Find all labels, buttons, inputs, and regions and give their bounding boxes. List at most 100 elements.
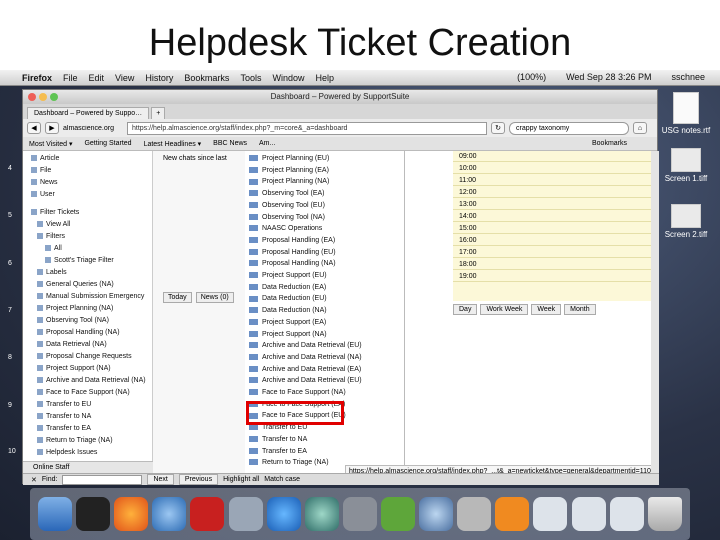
trash-icon[interactable] [647, 497, 682, 531]
department-option[interactable]: Face to Face Support (NA) [249, 387, 346, 399]
calendar-time-slot[interactable]: 13:00 [453, 199, 653, 210]
view-week[interactable]: Week [531, 304, 562, 315]
acrobat-icon[interactable] [190, 497, 225, 531]
window-thumbnail-icon[interactable] [609, 497, 644, 531]
menu-file[interactable]: File [63, 73, 78, 83]
department-option[interactable]: Observing Tool (EA) [249, 188, 325, 200]
department-option[interactable]: Project Support (NA) [249, 329, 327, 341]
highlight-all-button[interactable]: Highlight all [223, 476, 259, 483]
menu-view[interactable]: View [115, 73, 134, 83]
calendar-time-slot[interactable]: 17:00 [453, 247, 653, 258]
calendar-time-slot[interactable]: 19:00 [453, 271, 653, 282]
home-icon[interactable]: ⌂ [633, 122, 647, 134]
sidebar-queue-item[interactable]: Return to Triage (NA) [37, 437, 113, 444]
close-find-icon[interactable]: ✕ [31, 476, 37, 484]
page-scrollbar[interactable] [651, 151, 659, 473]
tab-today[interactable]: Today [163, 292, 192, 303]
clock[interactable]: Wed Sep 28 3:26 PM [566, 72, 651, 82]
sidebar-queue-item[interactable]: Project Planning (NA) [37, 305, 113, 312]
sidebar-queue-item[interactable]: Face to Face Support (NA) [37, 389, 130, 396]
find-input[interactable] [62, 474, 143, 485]
department-option[interactable]: Project Planning (EA) [249, 165, 329, 177]
sidebar-queue-item[interactable]: Proposal Handling (NA) [37, 329, 120, 336]
desktop-file[interactable]: Screen 1.tiff [656, 148, 716, 183]
app-icon[interactable] [495, 497, 530, 531]
department-option[interactable]: Data Reduction (EU) [249, 293, 327, 305]
view-month[interactable]: Month [564, 304, 596, 315]
sidebar-queue-item[interactable]: Transfer to EU [37, 401, 91, 408]
sidebar-queue-item[interactable]: Archive and Data Retrieval (NA) [37, 377, 146, 384]
preview-icon[interactable] [228, 497, 263, 531]
department-option[interactable]: Archive and Data Retrieval (EU) [249, 340, 362, 352]
bookmark-more[interactable]: Am... [259, 140, 275, 147]
sidebar-section-filter-tickets[interactable]: Filter Tickets [31, 209, 79, 216]
scissors-icon[interactable] [457, 497, 492, 531]
department-option[interactable]: Project Planning (EU) [249, 153, 329, 165]
department-option[interactable]: Transfer to EA [249, 446, 307, 458]
sidebar-queue-item[interactable]: Transfer to NA [37, 413, 91, 420]
site-identity[interactable]: almascience.org [63, 125, 123, 132]
department-option[interactable]: Archive and Data Retrieval (EA) [249, 364, 361, 376]
search-input[interactable]: crappy taxonomy [509, 121, 629, 135]
calendar-time-slot[interactable]: 12:00 [453, 187, 653, 198]
zoom-window-button[interactable] [50, 93, 58, 101]
utility-icon[interactable] [419, 497, 454, 531]
sidebar-queue-item[interactable]: General Queries (NA) [37, 281, 114, 288]
forward-button[interactable]: ▶ [45, 122, 59, 134]
close-window-button[interactable] [28, 93, 36, 101]
back-button[interactable]: ◀ [27, 122, 41, 134]
time-machine-icon[interactable] [304, 497, 339, 531]
calendar-time-slot[interactable]: 16:00 [453, 235, 653, 246]
bookmark-bbc-news[interactable]: BBC News [213, 140, 247, 147]
match-case-checkbox[interactable]: Match case [264, 476, 300, 483]
department-option[interactable]: Archive and Data Retrieval (NA) [249, 352, 362, 364]
menu-bookmarks[interactable]: Bookmarks [184, 73, 229, 83]
sidebar-item-article[interactable]: Article [31, 155, 59, 162]
online-staff-bar[interactable]: Online Staff [23, 461, 153, 473]
department-option[interactable]: Observing Tool (EU) [249, 200, 325, 212]
thunderbird-icon[interactable] [152, 497, 187, 531]
network-icon[interactable] [381, 497, 416, 531]
sidebar-item-filters[interactable]: Filters [37, 233, 65, 240]
sidebar-queue-item[interactable]: Data Retrieval (NA) [37, 341, 107, 348]
department-option[interactable]: Data Reduction (EA) [249, 282, 326, 294]
department-option[interactable]: Return to Triage (NA) [249, 457, 329, 469]
firefox-icon[interactable] [114, 497, 149, 531]
department-option[interactable]: Data Reduction (NA) [249, 305, 327, 317]
calendar-time-slot[interactable]: 15:00 [453, 223, 653, 234]
desktop-file[interactable]: Screen 2.tiff [656, 204, 716, 239]
sidebar-item-labels[interactable]: Labels [37, 269, 67, 276]
menu-history[interactable]: History [145, 73, 173, 83]
battery-status[interactable]: (100%) [517, 72, 546, 82]
bookmark-getting-started[interactable]: Getting Started [84, 140, 131, 147]
menu-firefox[interactable]: Firefox [22, 73, 52, 83]
sidebar-item-file[interactable]: File [31, 167, 51, 174]
sidebar-queue-item[interactable]: Proposal Change Requests [37, 353, 132, 360]
itunes-icon[interactable] [266, 497, 301, 531]
window-thumbnail-icon[interactable] [533, 497, 568, 531]
sidebar-queue-item[interactable]: Manual Submission Emergency [37, 293, 144, 300]
calendar-time-slot[interactable]: 11:00 [453, 175, 653, 186]
calendar-time-slot[interactable]: 14:00 [453, 211, 653, 222]
find-next-button[interactable]: Next [147, 474, 174, 485]
view-work-week[interactable]: Work Week [480, 304, 529, 315]
bookmarks-menu[interactable]: Bookmarks [592, 140, 627, 147]
sidebar-queue-item[interactable]: Observing Tool (NA) [37, 317, 109, 324]
new-tab-button[interactable]: + [151, 107, 166, 119]
bookmark-latest-headlines[interactable]: Latest Headlines ▾ [144, 140, 202, 148]
system-preferences-icon[interactable] [342, 497, 377, 531]
department-option[interactable]: Transfer to NA [249, 434, 307, 446]
tab-dashboard[interactable]: Dashboard – Powered by Suppo… [27, 107, 150, 119]
reload-button[interactable]: ↻ [491, 122, 505, 134]
calendar-time-slot[interactable]: 09:00 [453, 151, 653, 162]
department-option[interactable]: NAASC Operations [249, 223, 322, 235]
terminal-icon[interactable] [76, 497, 111, 531]
tab-news[interactable]: News (0) [195, 292, 234, 303]
desktop-file[interactable]: USG notes.rtf [656, 92, 716, 135]
window-thumbnail-icon[interactable] [571, 497, 606, 531]
department-option[interactable]: Project Support (EU) [249, 270, 327, 282]
sidebar-item-all[interactable]: All [45, 245, 62, 252]
menu-edit[interactable]: Edit [89, 73, 105, 83]
department-option[interactable]: Archive and Data Retrieval (EU) [249, 375, 362, 387]
department-option[interactable]: Project Support (EA) [249, 317, 326, 329]
